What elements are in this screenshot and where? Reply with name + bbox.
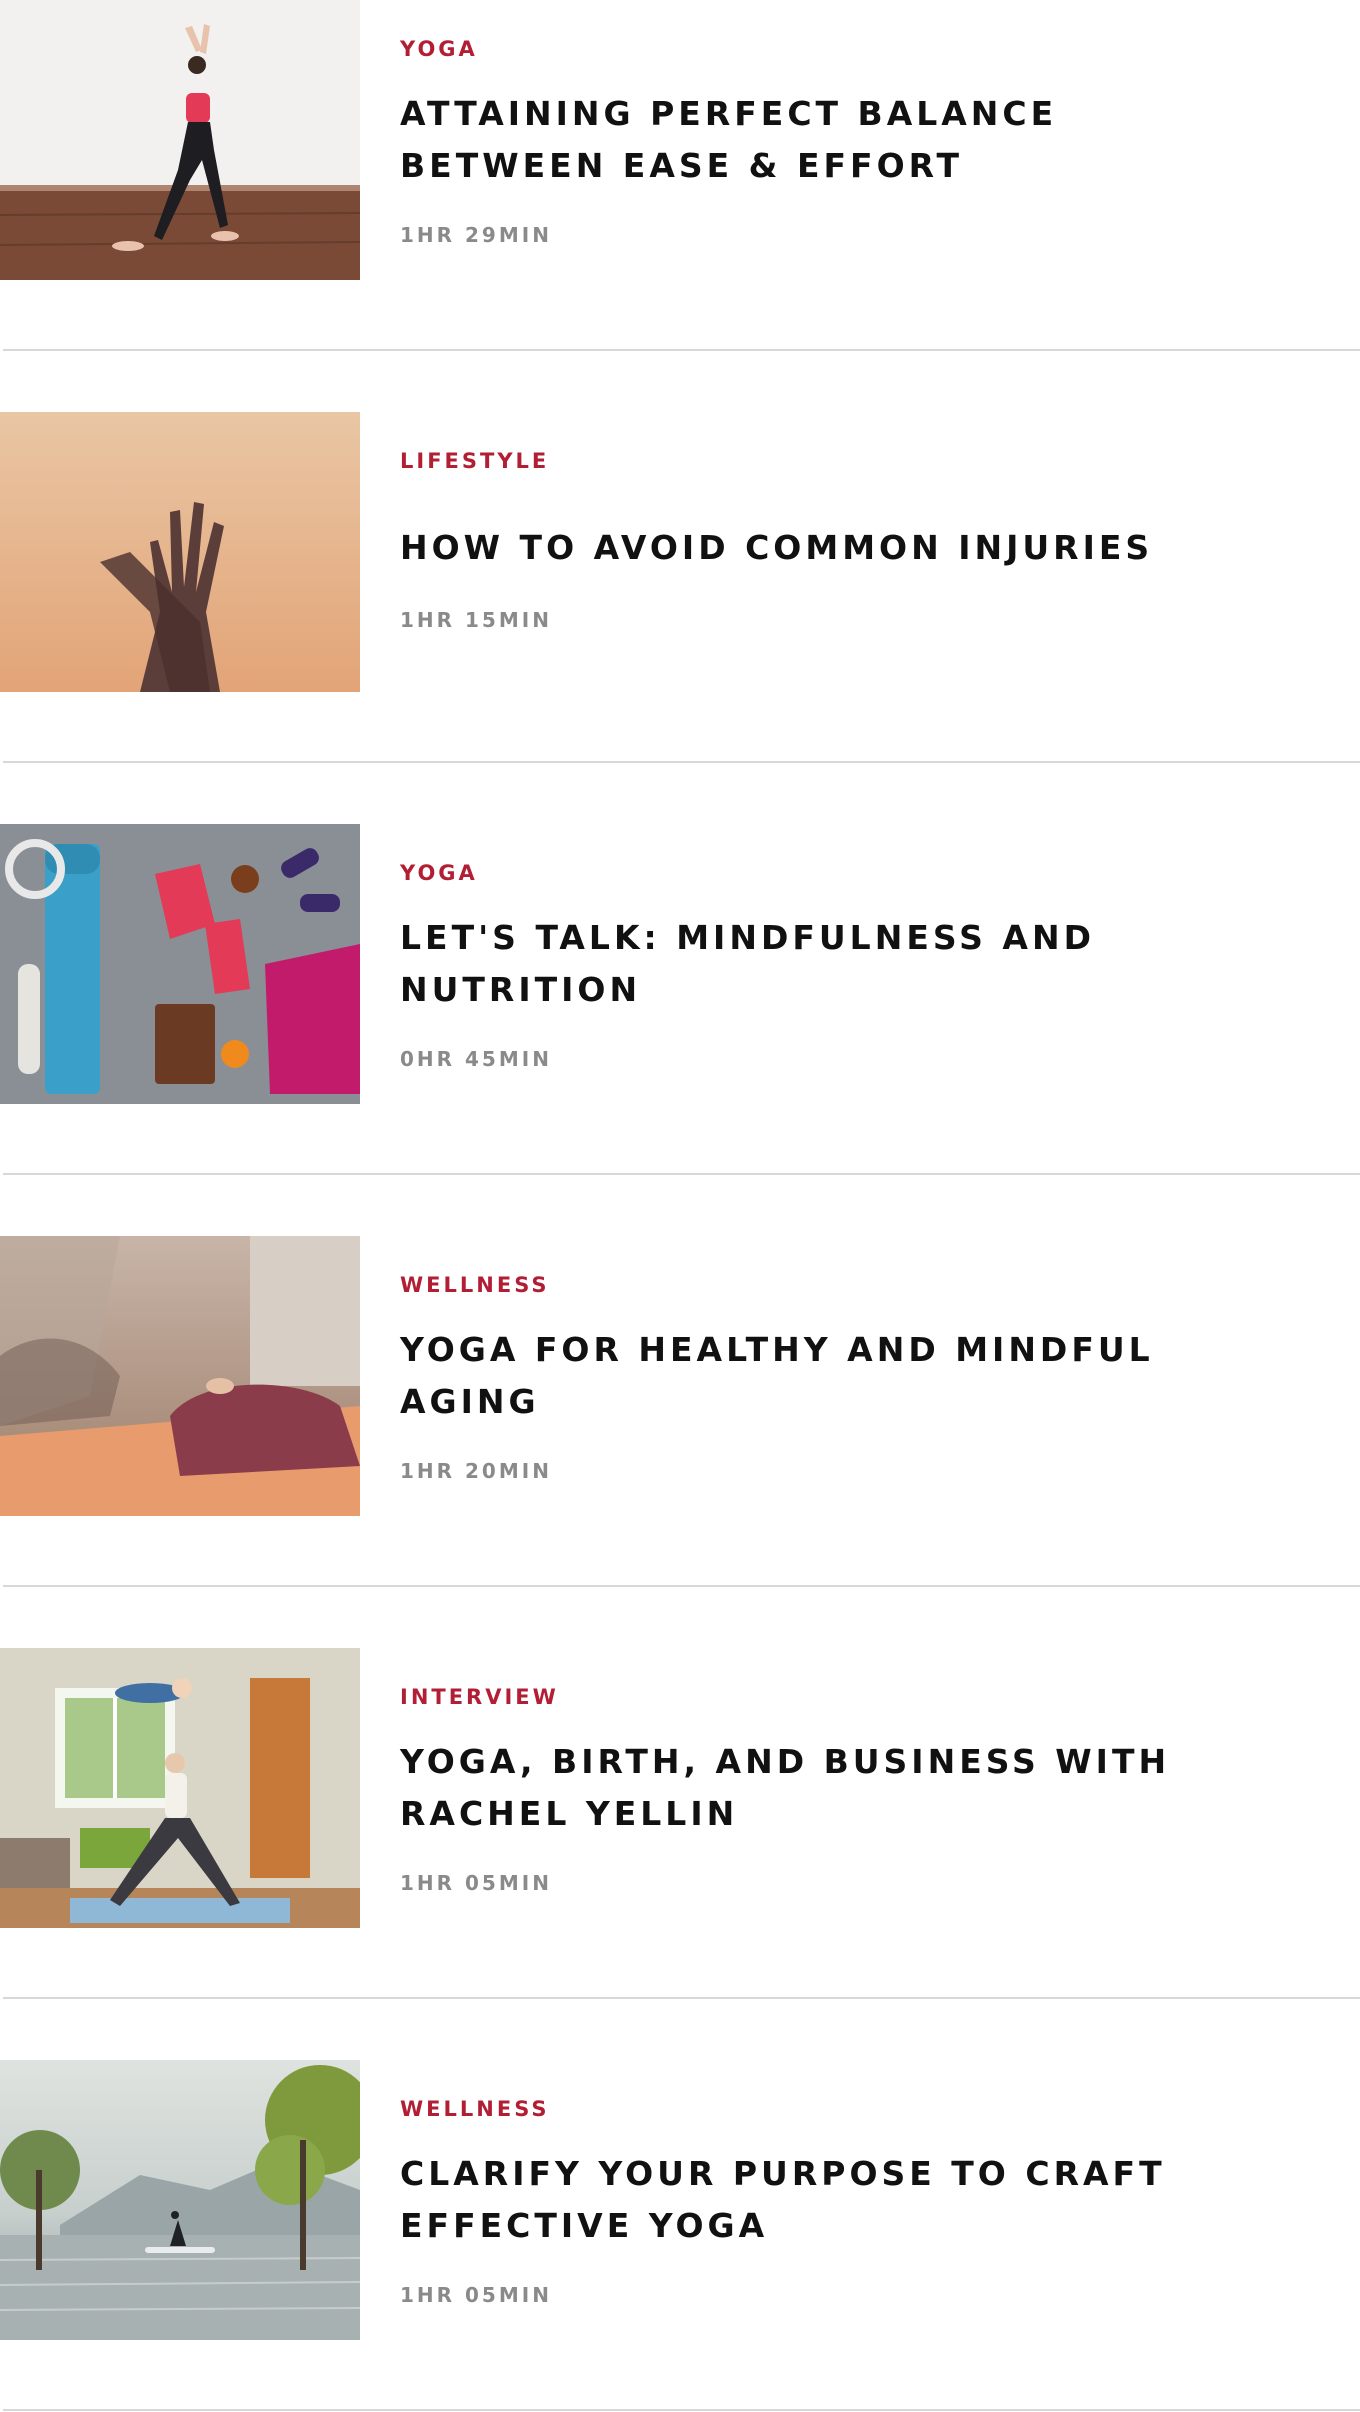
- article-thumbnail[interactable]: [0, 412, 360, 692]
- article-item[interactable]: WELLNESS YOGA FOR HEALTHY AND MINDFUL AG…: [0, 1236, 1360, 1516]
- divider: [3, 1585, 1360, 1587]
- article-item[interactable]: YOGA ATTAINING PERFECT BALANCE BETWEEN E…: [0, 0, 1360, 280]
- seated-meditation-image: [0, 1236, 360, 1516]
- article-thumbnail[interactable]: [0, 2060, 360, 2340]
- article-item[interactable]: LIFESTYLE HOW TO AVOID COMMON INJURIES 1…: [0, 412, 1360, 692]
- article-duration: 1HR 05MIN: [400, 1871, 552, 1895]
- article-thumbnail[interactable]: [0, 824, 360, 1104]
- article-title[interactable]: HOW TO AVOID COMMON INJURIES: [400, 522, 1220, 574]
- article-duration: 1HR 15MIN: [400, 608, 552, 632]
- article-item[interactable]: YOGA LET'S TALK: MINDFULNESS AND NUTRITI…: [0, 824, 1360, 1104]
- divider: [3, 349, 1360, 351]
- divider: [3, 1173, 1360, 1175]
- article-duration: 0HR 45MIN: [400, 1047, 552, 1071]
- divider: [3, 761, 1360, 763]
- lake-yoga-image: [0, 2060, 360, 2340]
- article-title[interactable]: ATTAINING PERFECT BALANCE BETWEEN EASE &…: [400, 88, 1220, 192]
- article-thumbnail[interactable]: [0, 1648, 360, 1928]
- article-duration: 1HR 05MIN: [400, 2283, 552, 2307]
- article-thumbnail[interactable]: [0, 0, 360, 280]
- article-category[interactable]: WELLNESS: [400, 2097, 550, 2121]
- article-category[interactable]: WELLNESS: [400, 1273, 550, 1297]
- article-duration: 1HR 29MIN: [400, 223, 552, 247]
- article-title[interactable]: LET'S TALK: MINDFULNESS AND NUTRITION: [400, 912, 1220, 1016]
- yoga-with-child-image: [0, 1648, 360, 1928]
- article-title[interactable]: CLARIFY YOUR PURPOSE TO CRAFT EFFECTIVE …: [400, 2148, 1220, 2252]
- article-title[interactable]: YOGA, BIRTH, AND BUSINESS WITH RACHEL YE…: [400, 1736, 1220, 1840]
- article-category[interactable]: INTERVIEW: [400, 1685, 559, 1709]
- hands-image: [0, 412, 360, 692]
- article-category[interactable]: LIFESTYLE: [400, 449, 549, 473]
- yoga-gear-image: [0, 824, 360, 1104]
- divider: [3, 2409, 1360, 2411]
- article-thumbnail[interactable]: [0, 1236, 360, 1516]
- article-title[interactable]: YOGA FOR HEALTHY AND MINDFUL AGING: [400, 1324, 1220, 1428]
- article-item[interactable]: WELLNESS CLARIFY YOUR PURPOSE TO CRAFT E…: [0, 2060, 1360, 2340]
- article-category[interactable]: YOGA: [400, 37, 478, 61]
- article-item[interactable]: INTERVIEW YOGA, BIRTH, AND BUSINESS WITH…: [0, 1648, 1360, 1928]
- article-category[interactable]: YOGA: [400, 861, 478, 885]
- divider: [3, 1997, 1360, 1999]
- article-duration: 1HR 20MIN: [400, 1459, 552, 1483]
- woman-yoga-pose-image: [0, 0, 360, 280]
